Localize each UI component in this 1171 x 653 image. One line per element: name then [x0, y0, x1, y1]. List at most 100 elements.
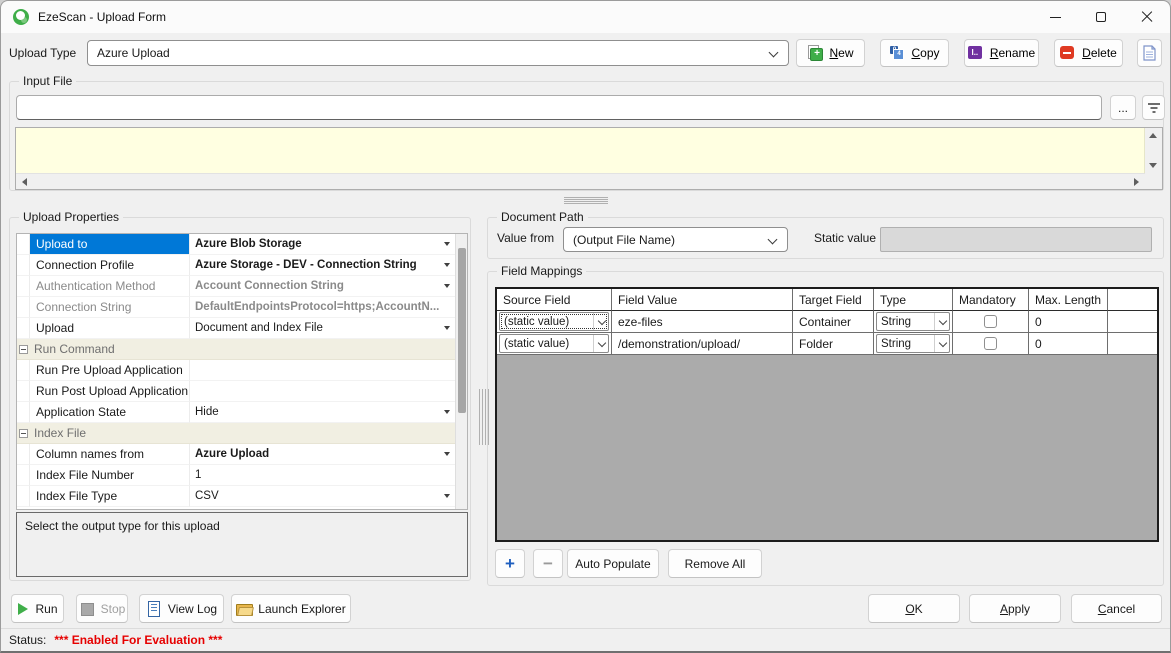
property-name[interactable]: Upload [30, 318, 190, 339]
property-name[interactable]: Connection String [30, 297, 190, 318]
property-value-text: 1 [195, 469, 201, 481]
property-value[interactable]: Account Connection String [190, 276, 455, 297]
scroll-up-icon[interactable] [1149, 133, 1157, 138]
remove-mapping-button[interactable]: − [533, 549, 563, 578]
dropdown-arrow-icon[interactable] [444, 494, 450, 498]
cancel-button[interactable]: Cancel [1071, 594, 1162, 623]
type-cell: String [874, 311, 953, 333]
input-file-field[interactable] [16, 95, 1102, 120]
property-name[interactable]: Run Pre Upload Application [30, 360, 190, 381]
dropdown-arrow-icon[interactable] [444, 410, 450, 414]
row-gutter [17, 276, 30, 297]
property-row: Upload toAzure Blob Storage [17, 234, 455, 255]
filter-button[interactable] [1142, 95, 1165, 120]
toolbar-new-button[interactable]: New [796, 39, 865, 67]
property-grid-scrollbar[interactable] [455, 234, 467, 509]
dropdown-arrow-icon[interactable] [444, 326, 450, 330]
add-mapping-button[interactable]: + [495, 549, 525, 578]
value-from-combobox[interactable]: (Output File Name) [563, 227, 788, 252]
type-combobox[interactable]: String [876, 312, 950, 331]
property-name[interactable]: Upload to [30, 234, 190, 255]
dropdown-arrow-icon[interactable] [444, 452, 450, 456]
dropdown-arrow-icon[interactable] [444, 242, 450, 246]
property-category-row[interactable]: Run Command [17, 339, 455, 360]
run-button[interactable]: Run [11, 594, 64, 623]
auto-populate-button[interactable]: Auto Populate [567, 549, 659, 578]
view-log-button[interactable]: View Log [139, 594, 224, 623]
property-value[interactable]: DefaultEndpointsProtocol=https;AccountN.… [190, 297, 455, 318]
browse-ellipsis-label: ... [1118, 101, 1128, 115]
stop-button[interactable]: Stop [76, 594, 128, 623]
property-value[interactable] [190, 381, 455, 402]
source-field-combobox[interactable]: (static value) [499, 334, 609, 353]
property-name[interactable]: Connection Profile [30, 255, 190, 276]
target-field-cell[interactable]: Container [793, 311, 874, 333]
column-header[interactable]: Mandatory [953, 289, 1029, 311]
property-name[interactable]: Run Post Upload Application [30, 381, 190, 402]
property-value[interactable]: Azure Storage - DEV - Connection String [190, 255, 455, 276]
column-header[interactable]: Target Field [793, 289, 874, 311]
max-length-cell[interactable]: 0 [1029, 311, 1108, 333]
minimize-button[interactable] [1032, 1, 1078, 33]
property-value[interactable]: Document and Index File [190, 318, 455, 339]
max-length-cell[interactable]: 0 [1029, 333, 1108, 355]
source-field-combobox[interactable]: (static value) [499, 312, 609, 331]
file-list-area[interactable] [16, 128, 1145, 173]
maximize-button[interactable] [1078, 1, 1124, 33]
property-value[interactable]: CSV [190, 486, 455, 507]
vertical-scrollbar[interactable] [1145, 128, 1162, 173]
property-name[interactable]: Column names from [30, 444, 190, 465]
column-header[interactable]: Field Value [612, 289, 793, 311]
property-value[interactable]: Azure Blob Storage [190, 234, 455, 255]
titlebar: EzeScan - Upload Form [1, 1, 1170, 33]
property-name[interactable]: Authentication Method [30, 276, 190, 297]
target-field-cell[interactable]: Folder [793, 333, 874, 355]
field-value-cell[interactable]: /demonstration/upload/ [612, 333, 793, 355]
column-header[interactable]: Source Field [497, 289, 612, 311]
dropdown-arrow-icon[interactable] [444, 284, 450, 288]
upload-properties-group-label: Upload Properties [19, 210, 123, 224]
document-button[interactable] [1137, 39, 1162, 67]
horizontal-splitter-handle[interactable] [564, 197, 608, 205]
property-value[interactable] [190, 360, 455, 381]
property-name[interactable]: Index File Type [30, 486, 190, 507]
property-value[interactable]: 1 [190, 465, 455, 486]
upload-type-combobox[interactable]: Azure Upload [87, 40, 789, 66]
property-name[interactable]: Index File Number [30, 465, 190, 486]
scrollbar-thumb[interactable] [458, 248, 466, 413]
explorer-icon [236, 601, 252, 617]
ok-button[interactable]: OK [868, 594, 960, 623]
property-category-row[interactable]: Index File [17, 423, 455, 444]
combo-arrow-section [934, 313, 949, 330]
collapse-icon[interactable] [19, 345, 28, 354]
column-header[interactable] [1108, 289, 1157, 311]
dropdown-arrow-icon[interactable] [444, 263, 450, 267]
scroll-left-icon[interactable] [22, 178, 27, 186]
toolbar-delete-button[interactable]: Delete [1054, 39, 1123, 67]
collapse-icon[interactable] [19, 429, 28, 438]
column-header[interactable]: Type [874, 289, 953, 311]
field-value-cell[interactable]: eze-files [612, 311, 793, 333]
launch-explorer-button[interactable]: Launch Explorer [231, 594, 351, 623]
mandatory-checkbox[interactable] [984, 315, 997, 328]
toolbar-copy-button[interactable]: Copy [880, 39, 949, 67]
scroll-down-icon[interactable] [1149, 163, 1157, 168]
button-label: OK [905, 602, 922, 616]
browse-button[interactable]: ... [1110, 95, 1136, 120]
column-header[interactable]: Max. Length [1029, 289, 1108, 311]
remove-all-button[interactable]: Remove All [668, 549, 762, 578]
apply-button[interactable]: Apply [969, 594, 1061, 623]
toolbar-rename-button[interactable]: Rename [964, 39, 1039, 67]
mandatory-checkbox[interactable] [984, 337, 997, 350]
table-empty-area [497, 355, 1157, 540]
input-file-group: Input File ... [9, 81, 1164, 191]
property-value[interactable]: Hide [190, 402, 455, 423]
row-gutter [17, 465, 30, 486]
ezescan-logo-icon [13, 9, 29, 25]
property-name[interactable]: Application State [30, 402, 190, 423]
type-combobox[interactable]: String [876, 334, 950, 353]
scroll-right-icon[interactable] [1134, 178, 1139, 186]
property-value[interactable]: Azure Upload [190, 444, 455, 465]
horizontal-scrollbar[interactable] [16, 173, 1145, 189]
close-button[interactable] [1124, 1, 1170, 33]
